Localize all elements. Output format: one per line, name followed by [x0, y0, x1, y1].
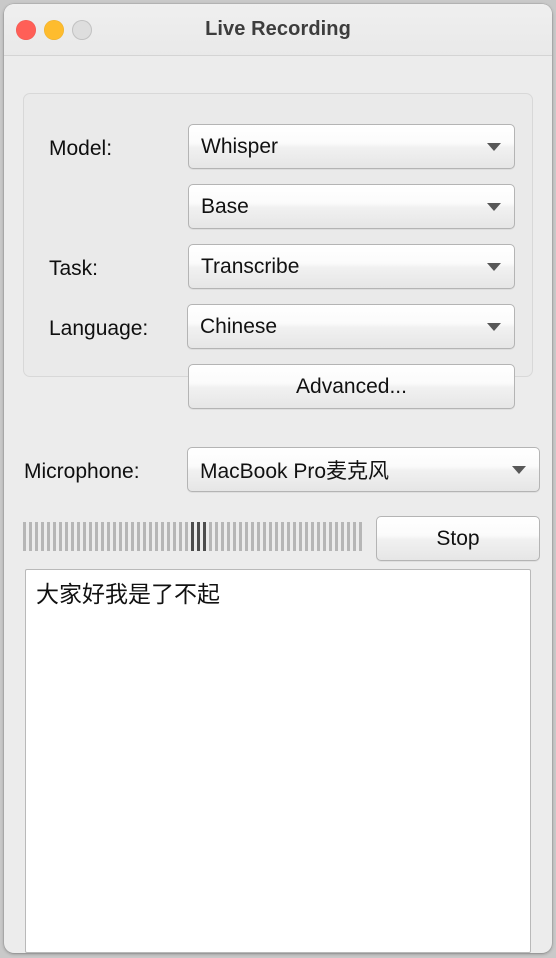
meter-segment — [113, 522, 116, 551]
advanced-button-label: Advanced... — [296, 374, 407, 398]
window-content: Model: Whisper Base Task: Transcribe Lan… — [4, 56, 552, 953]
window-title: Live Recording — [205, 18, 351, 40]
meter-segment — [101, 522, 104, 551]
model-size-dropdown[interactable]: Base — [188, 184, 515, 229]
meter-segment — [281, 522, 284, 551]
meter-segment — [59, 522, 62, 551]
meter-segment — [269, 522, 272, 551]
title-bar: Live Recording — [4, 4, 552, 56]
meter-segment — [155, 522, 158, 551]
meter-segment — [197, 522, 200, 551]
meter-segment — [359, 522, 362, 551]
task-dropdown[interactable]: Transcribe — [188, 244, 515, 289]
meter-segment — [299, 522, 302, 551]
meter-segment — [323, 522, 326, 551]
meter-segment — [233, 522, 236, 551]
task-dropdown-value: Transcribe — [201, 254, 300, 278]
chevron-down-icon — [487, 142, 501, 151]
meter-segment — [95, 522, 98, 551]
meter-segment — [293, 522, 296, 551]
meter-segment — [203, 522, 206, 551]
meter-segment — [335, 522, 338, 551]
language-dropdown[interactable]: Chinese — [187, 304, 515, 349]
meter-segment — [263, 522, 266, 551]
meter-segment — [185, 522, 188, 551]
meter-segment — [311, 522, 314, 551]
meter-segment — [71, 522, 74, 551]
meter-segment — [221, 522, 224, 551]
meter-segment — [353, 522, 356, 551]
meter-segment — [143, 522, 146, 551]
stop-button-label: Stop — [436, 526, 480, 550]
chevron-down-icon — [512, 465, 526, 474]
meter-segment — [173, 522, 176, 551]
meter-segment — [191, 522, 194, 551]
meter-segment — [347, 522, 350, 551]
meter-segment — [239, 522, 242, 551]
meter-segment — [149, 522, 152, 551]
meter-segment — [179, 522, 182, 551]
meter-segment — [137, 522, 140, 551]
chevron-down-icon — [487, 262, 501, 271]
meter-segment — [275, 522, 278, 551]
meter-segment — [209, 522, 212, 551]
meter-segment — [125, 522, 128, 551]
model-size-dropdown-value: Base — [201, 194, 249, 218]
meter-segment — [29, 522, 32, 551]
chevron-down-icon — [487, 202, 501, 211]
meter-segment — [35, 522, 38, 551]
meter-segment — [41, 522, 44, 551]
meter-segment — [341, 522, 344, 551]
meter-segment — [287, 522, 290, 551]
meter-segment — [257, 522, 260, 551]
audio-level-meter — [23, 522, 363, 551]
language-label: Language: — [49, 317, 149, 340]
model-dropdown-value: Whisper — [201, 134, 279, 158]
meter-segment — [305, 522, 308, 551]
meter-segment — [215, 522, 218, 551]
meter-segment — [119, 522, 122, 551]
meter-segment — [161, 522, 164, 551]
transcript-textarea[interactable]: 大家好我是了不起 — [25, 569, 531, 953]
meter-segment — [167, 522, 170, 551]
live-recording-window: Live Recording Model: Whisper Base Task:… — [4, 4, 552, 953]
chevron-down-icon — [487, 322, 501, 331]
meter-segment — [23, 522, 26, 551]
microphone-label: Microphone: — [24, 460, 140, 483]
meter-segment — [329, 522, 332, 551]
meter-segment — [89, 522, 92, 551]
meter-segment — [77, 522, 80, 551]
model-dropdown[interactable]: Whisper — [188, 124, 515, 169]
model-label: Model: — [49, 137, 113, 160]
advanced-button[interactable]: Advanced... — [188, 364, 515, 409]
stop-button[interactable]: Stop — [376, 516, 540, 561]
microphone-dropdown[interactable]: MacBook Pro麦克风 — [187, 447, 540, 492]
meter-segment — [251, 522, 254, 551]
meter-segment — [317, 522, 320, 551]
meter-segment — [107, 522, 110, 551]
task-label: Task: — [49, 257, 99, 280]
meter-segment — [83, 522, 86, 551]
meter-segment — [245, 522, 248, 551]
language-dropdown-value: Chinese — [200, 314, 278, 338]
meter-segment — [47, 522, 50, 551]
meter-segment — [65, 522, 68, 551]
meter-segment — [131, 522, 134, 551]
meter-segment — [53, 522, 56, 551]
meter-segment — [227, 522, 230, 551]
microphone-dropdown-value: MacBook Pro麦克风 — [200, 459, 390, 483]
